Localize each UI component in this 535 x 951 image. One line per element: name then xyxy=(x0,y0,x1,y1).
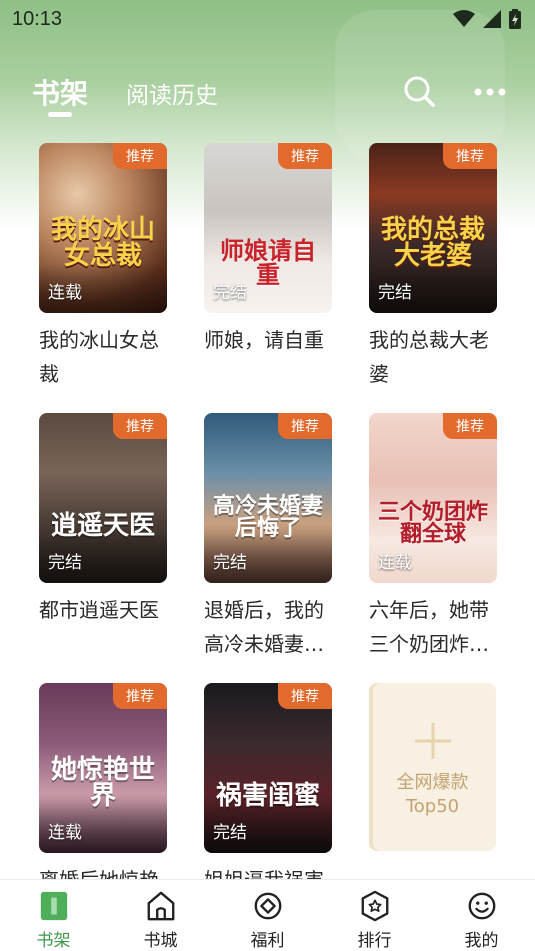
status-time: 10:13 xyxy=(12,7,63,30)
tab-bookshelf[interactable]: 书架 xyxy=(32,72,88,112)
cover-title: 高冷未婚妻后悔了 xyxy=(212,493,323,541)
book-title[interactable]: 我的冰山女总裁 xyxy=(39,323,167,391)
book-cover[interactable]: 祸害闺蜜 推荐 完结 xyxy=(204,683,332,853)
cover-title: 她惊艳世界 xyxy=(50,755,155,811)
book-title[interactable]: 都市逍遥天医 xyxy=(39,593,167,661)
nav-label: 书城 xyxy=(143,931,178,951)
cover-title: 我的冰山女总裁 xyxy=(50,215,155,271)
cover-title: 祸害闺蜜 xyxy=(215,781,320,811)
bottom-navigation: 书架 书城 福利 排行 我的 xyxy=(0,879,535,951)
serial-status: 完结 xyxy=(378,283,412,303)
book-cover[interactable]: 逍遥天医 推荐 完结 xyxy=(39,413,167,583)
nav-label: 我的 xyxy=(464,931,499,951)
plus-icon xyxy=(415,723,451,759)
recommend-badge: 推荐 xyxy=(113,683,167,709)
nav-item-bookstore[interactable]: 书城 xyxy=(107,880,214,951)
search-icon[interactable] xyxy=(402,74,436,108)
ranking-icon xyxy=(361,890,388,922)
serial-status: 完结 xyxy=(213,823,247,843)
welfare-icon xyxy=(254,892,281,920)
book-card[interactable]: 我的总裁大老婆 推荐 完结 我的总裁大老婆 xyxy=(369,143,497,391)
cover-title: 我的总裁大老婆 xyxy=(380,215,485,271)
status-icons xyxy=(453,9,521,29)
nav-label: 排行 xyxy=(357,931,392,951)
top50-label: 全网爆款 Top50 xyxy=(369,771,496,819)
serial-status: 完结 xyxy=(213,553,247,573)
book-title[interactable]: 我的总裁大老婆 xyxy=(369,323,497,391)
serial-status: 连载 xyxy=(48,283,82,303)
header: 书架 阅读历史 xyxy=(0,62,535,122)
book-title[interactable]: 退婚后，我的高冷未婚妻… xyxy=(204,593,332,661)
book-cover[interactable]: 她惊艳世界 推荐 连载 xyxy=(39,683,167,853)
battery-icon xyxy=(509,9,521,29)
bookstore-icon xyxy=(147,891,174,921)
book-title[interactable]: 六年后，她带三个奶团炸… xyxy=(369,593,497,661)
book-cover[interactable]: 高冷未婚妻后悔了 推荐 完结 xyxy=(204,413,332,583)
serial-status: 完结 xyxy=(213,283,247,303)
serial-status: 连载 xyxy=(48,823,82,843)
book-card[interactable]: 逍遥天医 推荐 完结 都市逍遥天医 xyxy=(39,413,167,661)
nav-label: 福利 xyxy=(250,931,285,951)
book-cover[interactable]: 我的总裁大老婆 推荐 完结 xyxy=(369,143,497,313)
book-card[interactable]: 三个奶团炸翻全球 推荐 连载 六年后，她带三个奶团炸… xyxy=(369,413,497,661)
bookshelf-icon xyxy=(40,891,67,921)
recommend-badge: 推荐 xyxy=(278,143,332,169)
nav-item-profile[interactable]: 我的 xyxy=(428,880,535,951)
nav-label: 书架 xyxy=(36,931,71,951)
more-options-icon[interactable] xyxy=(472,80,508,104)
recommend-badge: 推荐 xyxy=(278,683,332,709)
recommend-badge: 推荐 xyxy=(443,143,497,169)
book-card[interactable]: 高冷未婚妻后悔了 推荐 完结 退婚后，我的高冷未婚妻… xyxy=(204,413,332,661)
top50-line2: Top50 xyxy=(405,796,460,817)
book-card[interactable]: 我的冰山女总裁 推荐 连载 我的冰山女总裁 xyxy=(39,143,167,391)
serial-status: 连载 xyxy=(378,553,412,573)
nav-item-welfare[interactable]: 福利 xyxy=(214,880,321,951)
recommend-badge: 推荐 xyxy=(443,413,497,439)
book-title[interactable]: 师娘，请自重 xyxy=(204,323,332,391)
book-cover[interactable]: 三个奶团炸翻全球 推荐 连载 xyxy=(369,413,497,583)
top50-line1: 全网爆款 xyxy=(396,772,469,793)
signal-icon xyxy=(483,10,501,28)
top50-add-card[interactable]: 全网爆款 Top50 xyxy=(369,683,496,851)
recommend-badge: 推荐 xyxy=(278,413,332,439)
book-cover[interactable]: 师娘请自重 推荐 完结 xyxy=(204,143,332,313)
nav-item-ranking[interactable]: 排行 xyxy=(321,880,428,951)
tab-reading-history[interactable]: 阅读历史 xyxy=(126,76,218,110)
profile-icon xyxy=(468,892,495,920)
active-tab-indicator xyxy=(48,112,72,117)
nav-item-bookshelf[interactable]: 书架 xyxy=(0,880,107,951)
wifi-icon xyxy=(453,10,475,27)
status-bar: 10:13 xyxy=(0,0,535,38)
book-card[interactable]: 师娘请自重 推荐 完结 师娘，请自重 xyxy=(204,143,332,391)
cover-title: 逍遥天医 xyxy=(50,511,155,541)
serial-status: 完结 xyxy=(48,553,82,573)
book-cover[interactable]: 我的冰山女总裁 推荐 连载 xyxy=(39,143,167,313)
recommend-badge: 推荐 xyxy=(113,413,167,439)
recommend-badge: 推荐 xyxy=(113,143,167,169)
book-card[interactable]: 祸害闺蜜 推荐 完结 姐姐逼我祸害 xyxy=(204,683,332,903)
cover-title: 三个奶团炸翻全球 xyxy=(377,499,488,547)
